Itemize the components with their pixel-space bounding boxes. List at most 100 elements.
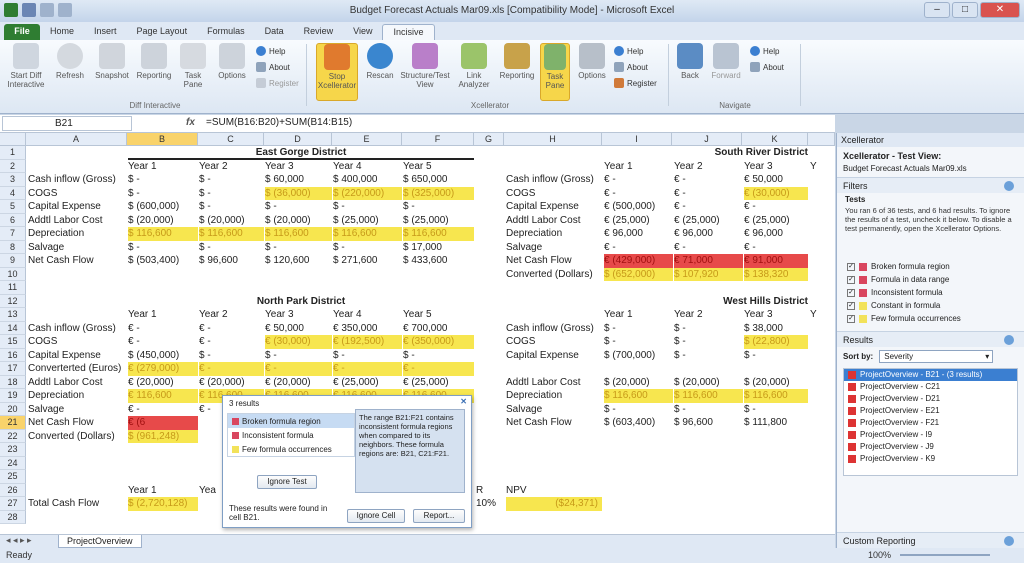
row-label[interactable]: Addtl Labor Cost (506, 376, 602, 390)
reporting-button[interactable]: Reporting (134, 43, 174, 80)
row-header[interactable]: 13 (0, 308, 26, 322)
year-header[interactable]: Year 3 (265, 308, 332, 322)
cell[interactable]: € (500,000) (604, 200, 673, 214)
row-header[interactable]: 10 (0, 267, 26, 281)
cell[interactable]: $ - (265, 200, 332, 214)
row-label[interactable]: COGS (28, 335, 127, 349)
zoom-slider[interactable] (900, 554, 990, 556)
register-link[interactable]: Register (256, 78, 299, 88)
col-header[interactable]: J (672, 133, 742, 146)
cell[interactable]: $ (2,720,128) (128, 497, 198, 511)
cell[interactable]: € - (128, 335, 198, 349)
cell[interactable]: $ (450,000) (128, 349, 198, 363)
cell[interactable]: $ (20,000) (199, 214, 264, 228)
cell[interactable]: € (25,000) (674, 214, 743, 228)
xc-task-pane-button[interactable]: Task Pane (540, 43, 570, 101)
row-label[interactable]: Capital Expense (28, 200, 127, 214)
year-header[interactable]: Year 3 (744, 160, 808, 174)
structure-test-view-button[interactable]: Structure/Test View (400, 43, 450, 89)
xc-reporting-button[interactable]: Reporting (496, 43, 538, 80)
cell[interactable]: $ (20,000) (674, 376, 743, 390)
undo-icon[interactable] (40, 3, 54, 17)
spreadsheet-grid[interactable]: A B C D E F G H I J K 1 2 3 4 5 6 7 8 9 10 11 12 13 1… (0, 133, 835, 534)
row-label[interactable]: Converted (Dollars) (28, 430, 127, 444)
name-box[interactable]: B21 (2, 116, 132, 131)
cell[interactable]: $ (503,400) (128, 254, 198, 268)
cell[interactable]: € (25,000) (604, 214, 673, 228)
cell[interactable]: $ 116,600 (403, 227, 474, 241)
row-label[interactable]: Addtl Labor Cost (506, 214, 602, 228)
row-label[interactable]: Converted (Dollars) (506, 268, 602, 282)
cell[interactable]: $ 116,600 (333, 227, 402, 241)
cell[interactable]: € - (128, 403, 198, 417)
cell[interactable]: € 350,000 (333, 322, 402, 336)
cell[interactable]: $ 116,600 (265, 227, 332, 241)
cell[interactable]: $ (20,000) (265, 214, 332, 228)
options-button[interactable]: Options (214, 43, 250, 80)
collapse-icon[interactable] (1004, 181, 1014, 191)
row-header[interactable]: 1 (0, 146, 26, 160)
cell[interactable]: $ (25,000) (333, 214, 402, 228)
row-label[interactable]: Net Cash Flow (506, 254, 602, 268)
cell[interactable]: € (25,000) (333, 376, 402, 390)
cell[interactable]: $ - (128, 187, 198, 201)
cell[interactable]: $ - (674, 335, 743, 349)
year-header[interactable]: Year 1 (128, 484, 198, 498)
row-label[interactable]: Net Cash Flow (28, 254, 127, 268)
result-item[interactable]: ProjectOverview - K9 (844, 453, 1017, 465)
row-label[interactable]: Net Cash Flow (28, 416, 127, 430)
cell[interactable]: $ 116,600 (199, 227, 264, 241)
cell[interactable]: € - (674, 241, 743, 255)
cell[interactable]: $ (700,000) (604, 349, 673, 363)
cell[interactable]: $ (220,000) (333, 186, 402, 200)
result-item[interactable]: ProjectOverview - D21 (844, 393, 1017, 405)
cell[interactable]: € (6 (128, 416, 198, 430)
row-header[interactable]: 12 (0, 294, 26, 308)
cell[interactable]: € (279,000) (128, 362, 198, 376)
cell[interactable]: $ 138,320 (744, 267, 808, 281)
cell[interactable]: $ 116,600 (604, 389, 673, 403)
row-header[interactable]: 3 (0, 173, 26, 187)
cell[interactable]: $ 116,600 (674, 389, 743, 403)
ignore-cell-button[interactable]: Ignore Cell (347, 509, 405, 523)
cell[interactable]: € (350,000) (403, 335, 474, 349)
year-header[interactable]: Y (810, 160, 830, 174)
cell[interactable]: € 91,000 (744, 254, 808, 268)
row-label[interactable]: Salvage (28, 403, 127, 417)
cell[interactable]: € (30,000) (744, 186, 808, 200)
sheet-tab-projectoverview[interactable]: ProjectOverview (58, 535, 142, 548)
year-header[interactable]: Year 4 (333, 160, 402, 174)
cell[interactable]: $ (600,000) (128, 200, 198, 214)
cell[interactable]: € 96,000 (604, 227, 673, 241)
row-header[interactable]: 5 (0, 200, 26, 214)
row-label[interactable]: Cash inflow (Gross) (28, 173, 127, 187)
row-header[interactable]: 21 (0, 416, 26, 430)
cell[interactable]: € - (674, 200, 743, 214)
cell[interactable]: € - (604, 187, 673, 201)
checkbox-icon[interactable]: ✓ (847, 275, 855, 284)
row-header[interactable]: 9 (0, 254, 26, 268)
cell[interactable]: 10% (476, 497, 504, 511)
cell[interactable] (674, 362, 743, 376)
year-header[interactable]: Year 2 (674, 160, 743, 174)
year-header[interactable]: Year 5 (403, 308, 474, 322)
row-header[interactable]: 24 (0, 456, 26, 470)
row-label[interactable]: Addtl Labor Cost (28, 376, 127, 390)
tab-page-layout[interactable]: Page Layout (127, 24, 198, 40)
cell[interactable]: $ 400,000 (333, 173, 402, 187)
cell[interactable]: $ - (199, 349, 264, 363)
col-header[interactable]: C (198, 133, 264, 146)
cell[interactable]: $ - (199, 173, 264, 187)
row-header[interactable]: 11 (0, 281, 26, 295)
report-button[interactable]: Report... (413, 509, 465, 523)
year-header[interactable]: Y (810, 308, 830, 322)
row-header[interactable]: 23 (0, 443, 26, 457)
row-label[interactable]: Capital Expense (506, 349, 602, 363)
popup-item-few[interactable]: Few formula occurrences (228, 442, 354, 456)
cell[interactable]: € - (744, 241, 808, 255)
test-checkbox[interactable]: ✓ Broken formula region (837, 260, 1024, 273)
cell[interactable]: $ (961,248) (128, 429, 198, 443)
cell[interactable] (604, 362, 673, 376)
stop-xcellerator-button[interactable]: Stop Xcellerator (316, 43, 358, 101)
ignore-test-button[interactable]: Ignore Test (257, 475, 317, 489)
